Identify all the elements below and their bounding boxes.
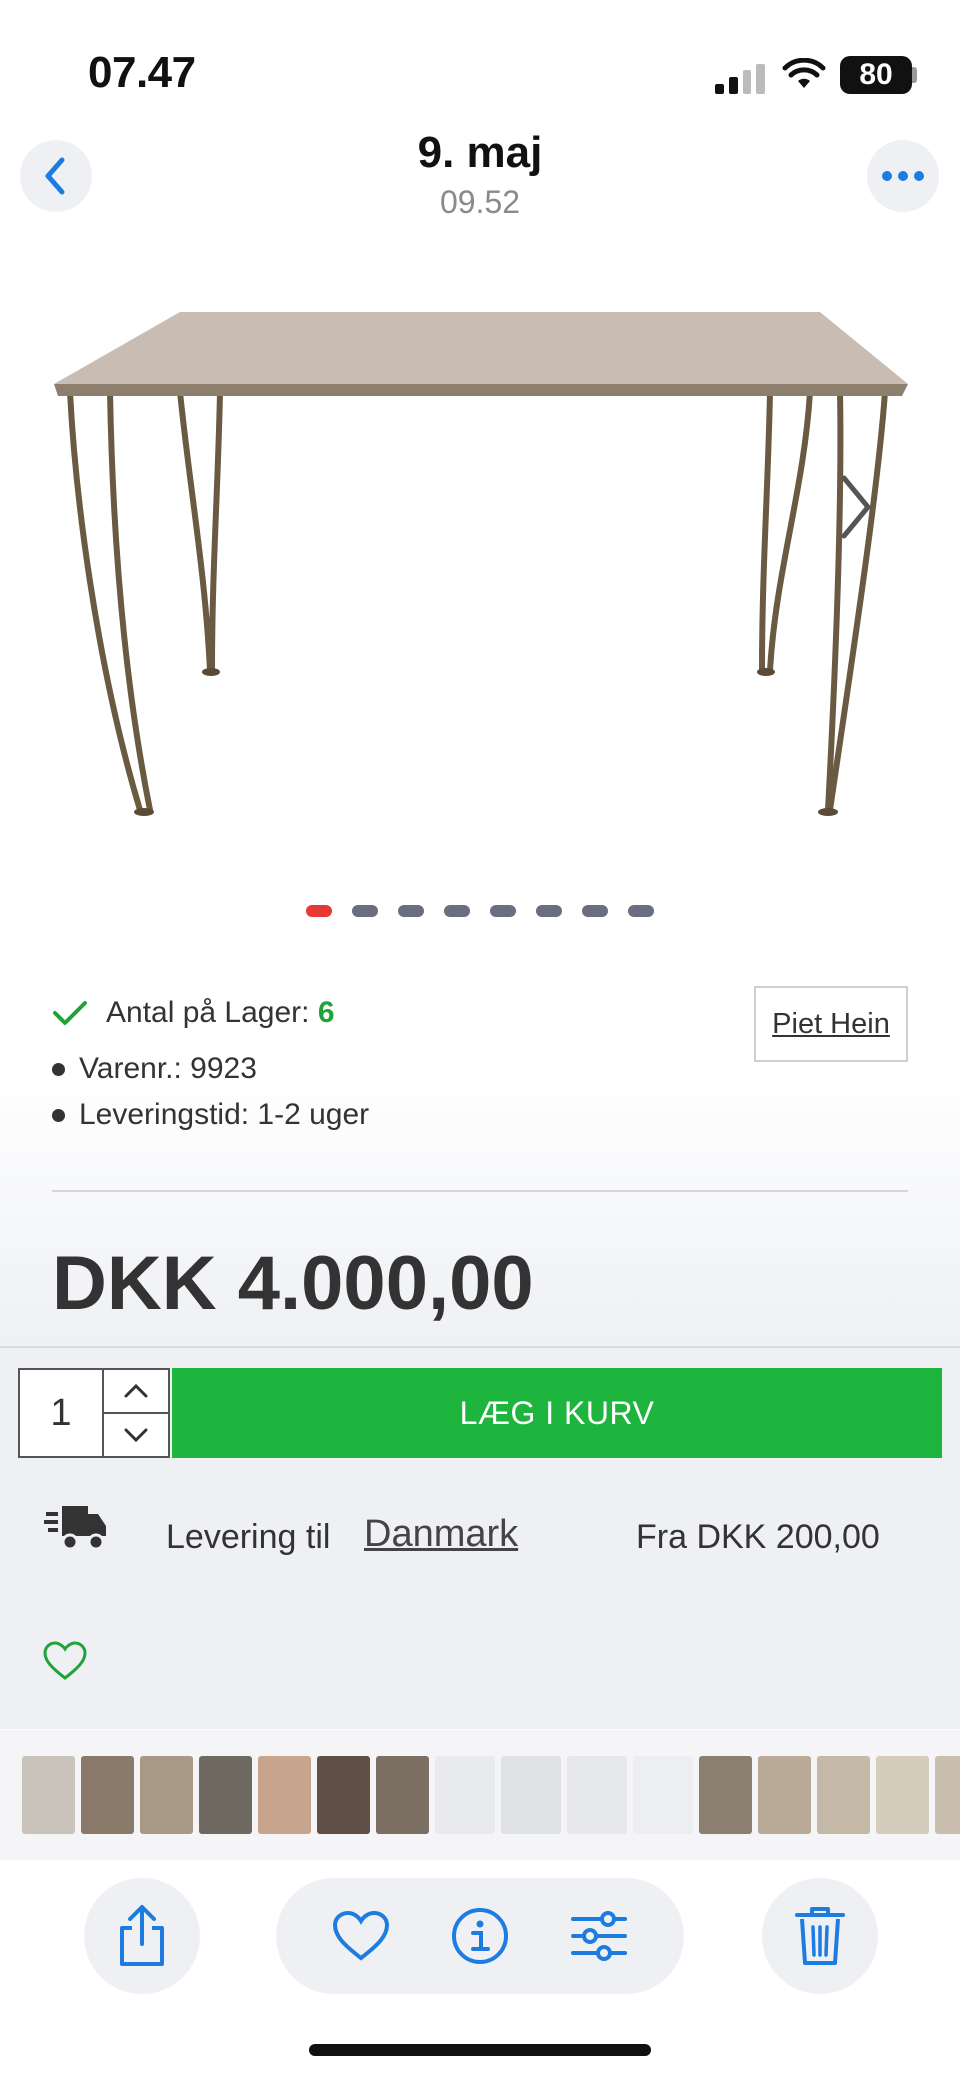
divider (52, 1190, 908, 1192)
photo-thumbnail[interactable] (435, 1756, 495, 1834)
share-button[interactable] (84, 1878, 200, 1994)
truck-icon (44, 1506, 106, 1551)
delivery-price: Fra DKK 200,00 (636, 1518, 880, 1556)
photo-thumbnail[interactable] (699, 1756, 752, 1834)
carousel-dot[interactable] (352, 905, 378, 917)
status-time: 07.47 (88, 48, 196, 97)
delivery-label: Levering til (166, 1518, 331, 1556)
photo-thumbnail[interactable] (567, 1756, 627, 1834)
chevron-up-icon (124, 1383, 148, 1398)
carousel-indicator[interactable] (0, 905, 960, 917)
battery-tip (912, 67, 917, 83)
carousel-dot[interactable] (444, 905, 470, 917)
delete-button[interactable] (762, 1878, 878, 1994)
stock-label: Antal på Lager: (106, 996, 310, 1029)
wifi-icon (782, 58, 826, 88)
photo-thumbnail[interactable] (501, 1756, 561, 1834)
nav-title: 9. maj (417, 128, 543, 177)
photo-thumbnail[interactable] (817, 1756, 870, 1834)
quantity-decrease-button[interactable] (104, 1414, 168, 1456)
photo-thumbnail[interactable] (258, 1756, 311, 1834)
nav-subtitle: 09.52 (439, 184, 521, 220)
quantity-stepper[interactable]: 1 (18, 1368, 170, 1458)
more-button[interactable] (867, 140, 939, 212)
photo-strip[interactable] (0, 1756, 960, 1834)
add-to-cart-button[interactable]: LÆG I KURV (172, 1368, 942, 1458)
ellipsis-icon (882, 171, 924, 181)
carousel-dot[interactable] (398, 905, 424, 917)
photo-thumbnail[interactable] (22, 1756, 75, 1834)
battery-icon: 80 (840, 56, 912, 94)
signal-icon (715, 64, 765, 94)
photo-thumbnail[interactable] (935, 1756, 960, 1834)
info-icon[interactable] (451, 1907, 509, 1965)
bullet (52, 1108, 65, 1122)
photo-thumbnail[interactable] (81, 1756, 134, 1834)
photo-thumbnail[interactable] (199, 1756, 252, 1834)
trash-icon (795, 1907, 845, 1965)
photo-thumbnail[interactable] (140, 1756, 193, 1834)
delivery-time: Leveringstid: 1-2 uger (79, 1098, 370, 1131)
stock-status: Antal på Lager: 6 (52, 996, 335, 1030)
check-icon (53, 1001, 87, 1025)
carousel-dot[interactable] (628, 905, 654, 917)
brand-link[interactable]: Piet Hein (754, 986, 908, 1062)
photo-thumbnail[interactable] (876, 1756, 929, 1834)
product-image[interactable] (40, 240, 920, 840)
quantity-increase-button[interactable] (104, 1370, 168, 1414)
item-number-row: Varenr.: 9923 (52, 1052, 257, 1086)
bullet (52, 1062, 65, 1076)
photo-thumbnail[interactable] (758, 1756, 811, 1834)
stock-count: 6 (317, 996, 335, 1029)
item-number: Varenr.: 9923 (79, 1052, 257, 1085)
action-pill (276, 1878, 684, 1994)
carousel-dot[interactable] (490, 905, 516, 917)
home-indicator[interactable] (309, 2044, 651, 2056)
carousel-dot[interactable] (582, 905, 608, 917)
product-price: DKK 4.000,00 (52, 1241, 534, 1326)
carousel-dot[interactable] (536, 905, 562, 917)
photo-thumbnail[interactable] (633, 1756, 693, 1834)
photo-thumbnail[interactable] (376, 1756, 429, 1834)
chevron-down-icon (124, 1428, 148, 1443)
quantity-input[interactable]: 1 (20, 1370, 104, 1456)
delivery-country-link[interactable]: Danmark (364, 1513, 518, 1556)
photo-thumbnail[interactable] (317, 1756, 370, 1834)
wishlist-heart-icon[interactable] (42, 1640, 88, 1682)
sliders-icon[interactable] (570, 1911, 628, 1961)
delivery-time-row: Leveringstid: 1-2 uger (52, 1098, 369, 1132)
carousel-dot[interactable] (306, 905, 332, 917)
next-image-icon[interactable] (836, 472, 876, 542)
share-icon (120, 1905, 164, 1966)
favorite-heart-icon[interactable] (332, 1910, 390, 1962)
